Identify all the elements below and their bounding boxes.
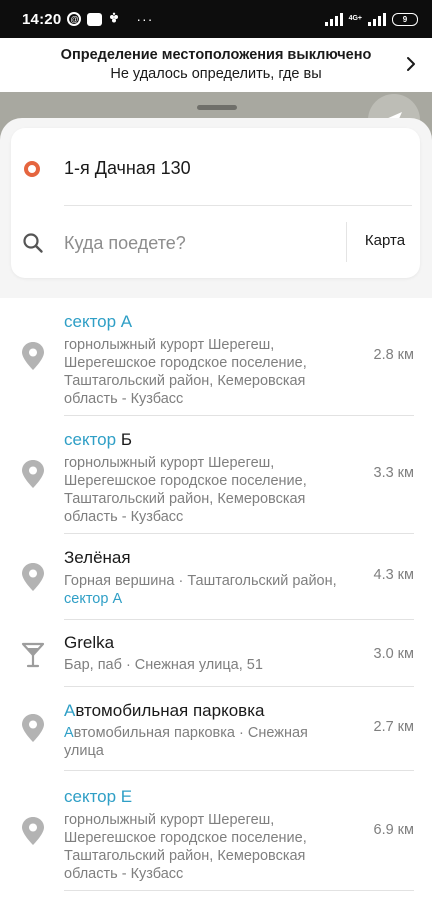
battery-level: 9 [402, 14, 408, 24]
location-banner-title: Определение местоположения выключено [60, 47, 372, 63]
status-time: 14:20 [22, 10, 62, 28]
list-item[interactable]: Автомобильная парковка Автомобильная пар… [0, 687, 432, 771]
cocktail-icon [21, 642, 45, 668]
result-distance: 2.8 км [373, 347, 415, 363]
result-description: Автомобильная парковка · Снежная улица [64, 725, 308, 759]
result-distance: 3.0 км [373, 646, 415, 662]
location-disabled-banner[interactable]: Определение местоположения выключено Не … [0, 38, 432, 92]
route-divider [64, 205, 412, 206]
result-title: сектор Б [64, 430, 132, 449]
result-distance: 2.7 км [373, 719, 415, 735]
sheet-drag-handle[interactable] [197, 105, 237, 110]
app-notification-icon [87, 12, 103, 26]
list-item[interactable]: сектор Б горнолыжный курорт Шерегеш, Шер… [0, 416, 432, 534]
map-button-divider [346, 222, 347, 262]
pin-icon [22, 817, 44, 845]
grapes-icon [108, 12, 122, 26]
origin-address[interactable]: 1-я Дачная 130 [64, 158, 191, 179]
status-right: 4G+ 9 [324, 12, 418, 26]
result-description: горнолыжный курорт Шерегеш, Шерегешское … [64, 812, 307, 882]
result-title: сектор Е [64, 787, 133, 806]
result-title: Автомобильная парковка [64, 701, 265, 720]
result-distance: 4.3 км [373, 567, 415, 583]
list-item[interactable]: сектор А горнолыжный курорт Шерегеш, Шер… [0, 298, 432, 416]
battery-icon: 9 [392, 12, 418, 26]
list-item[interactable]: Grelka Бар, паб · Снежная улица, 51 3.0 … [0, 620, 432, 687]
result-distance: 3.3 км [373, 465, 415, 481]
signal-icon [324, 12, 343, 26]
status-bar: 14:20 @ ··· 4G+ 9 [0, 0, 432, 38]
destination-search-input[interactable] [64, 228, 336, 258]
result-title: сектор А [64, 312, 133, 331]
result-title: Зелёная [64, 548, 131, 567]
signal-icon-2 [368, 12, 386, 26]
list-divider [64, 890, 414, 891]
search-icon [23, 233, 43, 253]
pin-icon [22, 460, 44, 488]
result-description: Бар, паб · Снежная улица, 51 [64, 657, 263, 673]
result-description: горнолыжный курорт Шерегеш, Шерегешское … [64, 337, 307, 407]
result-title: Grelka [64, 633, 115, 652]
origin-point-icon [24, 161, 40, 177]
results-list: сектор А горнолыжный курорт Шерегеш, Шер… [0, 298, 432, 910]
status-notification-icons: @ ··· [67, 11, 153, 27]
list-item[interactable]: Зелёная Горная вершина · Таштагольский р… [0, 534, 432, 620]
at-sign-icon: @ [67, 12, 82, 26]
list-item[interactable]: сектор Е горнолыжный курорт Шерегеш, Шер… [0, 771, 432, 891]
map-button[interactable]: Карта [350, 232, 420, 249]
pin-icon [22, 342, 44, 370]
result-distance: 6.9 км [373, 822, 415, 838]
network-type: 4G+ [348, 15, 362, 22]
chevron-right-icon [407, 57, 415, 71]
result-description: Горная вершина · Таштагольский район, се… [64, 573, 337, 607]
more-notifications-icon: ··· [136, 11, 154, 27]
pin-icon [22, 563, 44, 591]
pin-icon [22, 714, 44, 742]
result-description: горнолыжный курорт Шерегеш, Шерегешское … [64, 455, 307, 525]
location-banner-subtitle: Не удалось определить, где вы [110, 66, 322, 82]
